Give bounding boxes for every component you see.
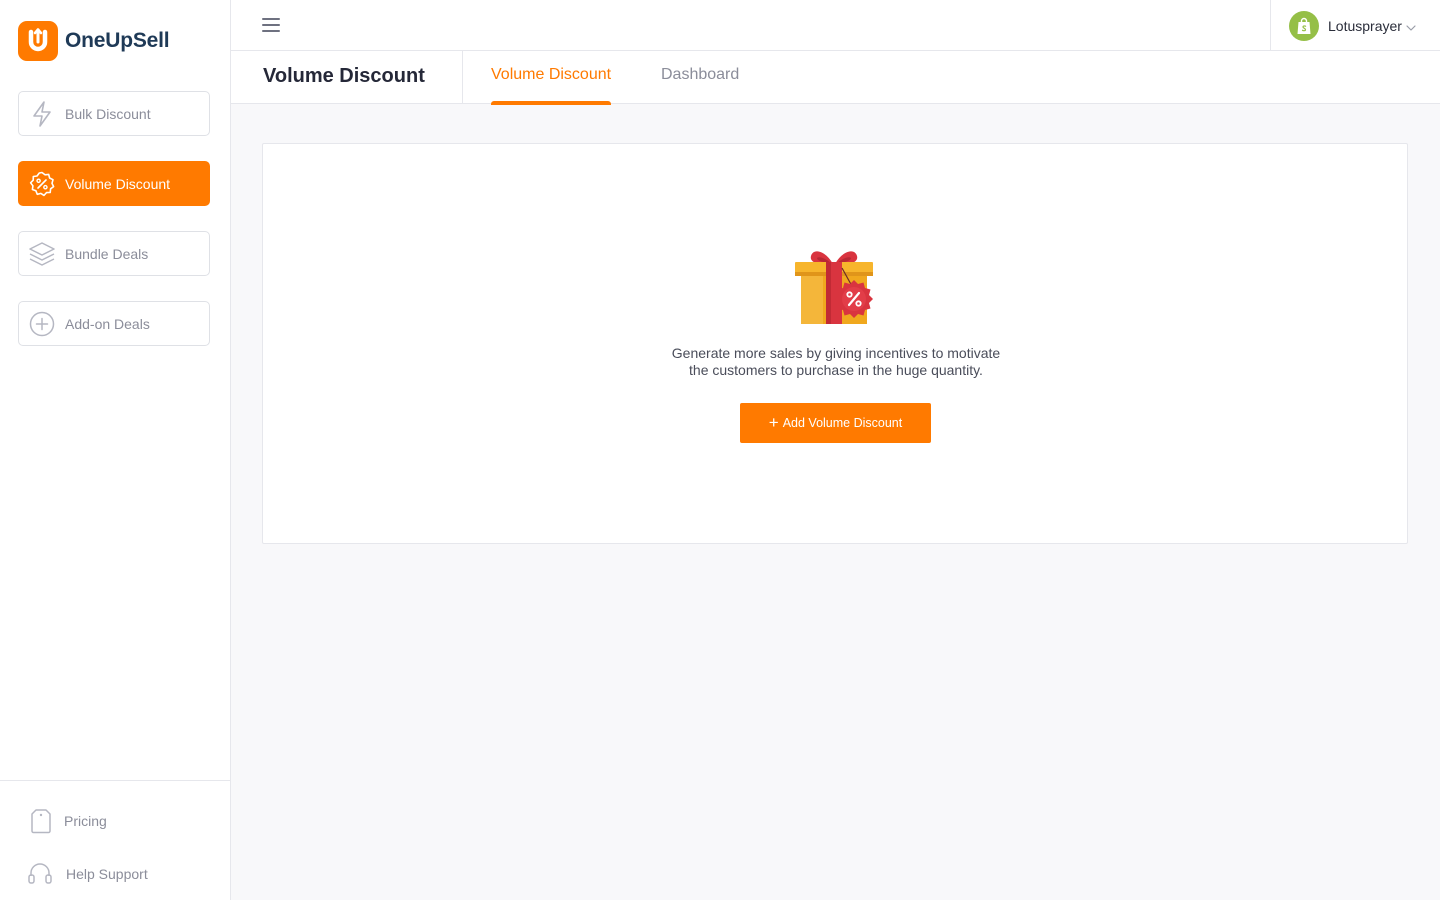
hamburger-icon[interactable]	[262, 17, 280, 33]
tab-volume-discount[interactable]: Volume Discount	[491, 66, 612, 105]
layers-icon	[28, 240, 56, 268]
gift-discount-icon	[795, 244, 875, 326]
sidebar-item-help-support[interactable]: Help Support	[27, 862, 148, 886]
sidebar-item-label: Bulk Discount	[65, 105, 151, 122]
app-name: OneUpSell	[65, 29, 170, 52]
sidebar-item-label: Bundle Deals	[65, 245, 149, 262]
sidebar-item-label: Pricing	[64, 813, 107, 829]
page-title: Volume Discount	[263, 65, 425, 87]
sidebar-item-pricing[interactable]: Pricing	[29, 808, 107, 834]
description-line: Generate more sales by giving incentives…	[671, 345, 1001, 361]
app-logo[interactable]: OneUpSell	[18, 21, 170, 61]
chevron-down-icon	[1406, 18, 1416, 36]
add-volume-discount-button[interactable]: + Add Volume Discount	[740, 403, 931, 443]
sidebar-item-bulk-discount[interactable]: Bulk Discount	[18, 91, 210, 136]
logo-mark-icon	[18, 21, 58, 61]
sidebar-footer: Pricing Help Support	[0, 780, 230, 900]
description-line: the customers to purchase in the huge qu…	[689, 362, 983, 378]
tab-label: Dashboard	[661, 66, 740, 83]
tab-dashboard[interactable]: Dashboard	[661, 66, 739, 104]
sidebar-item-label: Add-on Deals	[65, 315, 150, 332]
empty-state-description: Generate more sales by giving incentives…	[636, 345, 1036, 379]
sidebar-item-volume-discount[interactable]: Volume Discount	[18, 161, 210, 206]
sidebar-item-bundle-deals[interactable]: Bundle Deals	[18, 231, 210, 276]
empty-state-card: Generate more sales by giving incentives…	[262, 143, 1408, 544]
sidebar-item-label: Volume Discount	[65, 175, 171, 192]
active-tab-indicator	[491, 101, 612, 105]
lightning-icon	[28, 100, 56, 128]
top-bar: Lotusprayer	[231, 0, 1440, 51]
price-tag-icon	[29, 808, 53, 834]
sidebar: OneUpSell Bulk Discount Volume Discount	[0, 0, 231, 900]
headset-icon	[27, 862, 53, 886]
sidebar-item-add-on-deals[interactable]: Add-on Deals	[18, 301, 210, 346]
discount-badge-icon	[28, 170, 56, 198]
header-divider	[462, 51, 463, 103]
plus-circle-icon	[28, 310, 56, 338]
button-label: Add Volume Discount	[782, 416, 903, 430]
user-name: Lotusprayer	[1328, 17, 1402, 34]
page-header: Volume Discount Volume Discount Dashboar…	[231, 51, 1440, 105]
tab-label: Volume Discount	[491, 66, 612, 83]
sidebar-item-label: Help Support	[66, 866, 148, 882]
plus-icon: +	[768, 412, 779, 432]
shopify-bag-icon	[1289, 10, 1319, 41]
user-menu[interactable]: Lotusprayer	[1270, 0, 1440, 51]
